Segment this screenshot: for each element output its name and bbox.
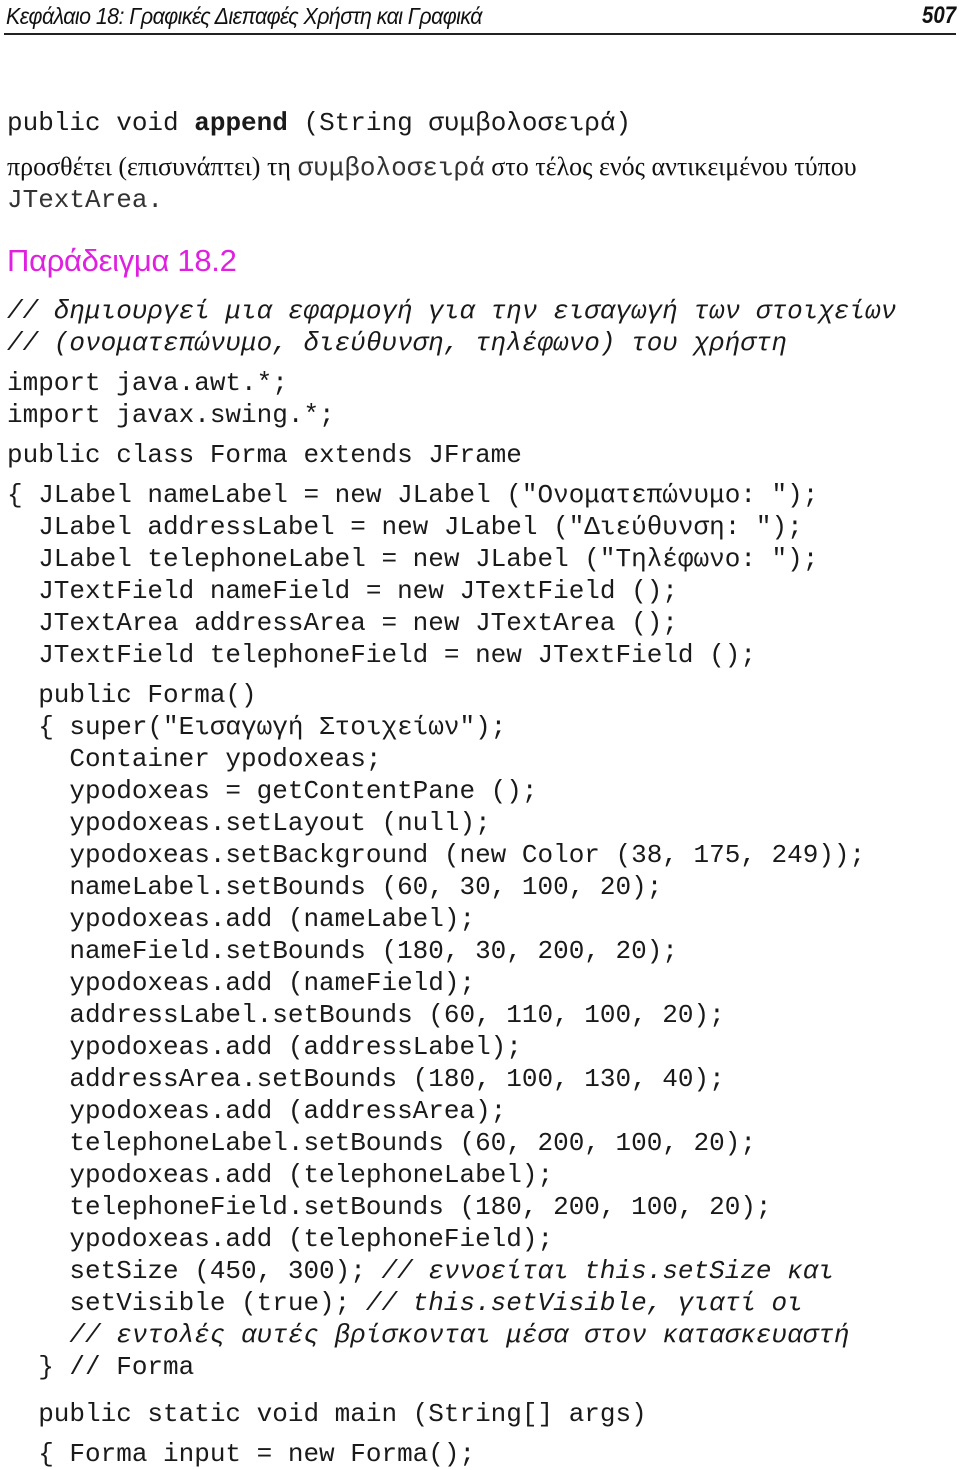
code-text: JLabel addressLabel = new JLabel ("Διεύθ… bbox=[7, 512, 803, 542]
code-text: { Forma input = new Forma(); bbox=[7, 1439, 476, 1469]
signature-suffix: (String συμβολοσειρά) bbox=[287, 108, 632, 138]
code-text: nameLabel.setBounds (60, 30, 100, 20); bbox=[7, 872, 663, 902]
code-line: { JLabel nameLabel = new JLabel ("Ονοματ… bbox=[7, 479, 818, 511]
code-line: JLabel addressLabel = new JLabel ("Διεύθ… bbox=[7, 511, 803, 543]
code-text: ypodoxeas.setLayout (null); bbox=[7, 808, 491, 838]
code-text: { super("Εισαγωγή Στοιχείων"); bbox=[7, 712, 507, 742]
description-text-2: στο τέλος ενός αντικειμένου τύπου bbox=[484, 152, 857, 181]
code-line: JLabel telephoneLabel = new JLabel ("Τηλ… bbox=[7, 543, 818, 575]
code-text: ypodoxeas.add (addressArea); bbox=[7, 1096, 507, 1126]
description-text: προσθέτει (επισυνάπτει) τη bbox=[7, 152, 298, 181]
code-line: ypodoxeas.add (nameLabel); bbox=[7, 903, 475, 935]
code-comment: // this.setVisible, γιατί οι bbox=[365, 1288, 803, 1318]
code-text: public class Forma extends JFrame bbox=[7, 440, 522, 470]
code-line: setVisible (true); // this.setVisible, γ… bbox=[7, 1287, 803, 1319]
code-comment: // εντολές αυτές βρίσκονται μέσα στον κα… bbox=[69, 1320, 850, 1350]
description-inline-code: συμβολοσειρά bbox=[297, 153, 485, 183]
method-name: append bbox=[194, 108, 288, 138]
code-text: } // Forma bbox=[7, 1352, 195, 1382]
signature-prefix: public void bbox=[7, 108, 195, 138]
code-line: import java.awt.*; bbox=[7, 367, 288, 399]
description-line-2: JTextArea. bbox=[7, 185, 164, 215]
code-line: addressLabel.setBounds (60, 110, 100, 20… bbox=[7, 999, 725, 1031]
method-signature: public void append (String συμβολοσειρά) bbox=[7, 107, 631, 139]
code-text: { JLabel nameLabel = new JLabel ("Ονοματ… bbox=[7, 480, 819, 510]
code-line: nameField.setBounds (180, 30, 200, 20); bbox=[7, 935, 678, 967]
code-line: telephoneLabel.setBounds (60, 200, 100, … bbox=[7, 1127, 756, 1159]
code-text: ypodoxeas = getContentPane (); bbox=[7, 776, 538, 806]
code-text: public Forma() bbox=[7, 680, 257, 710]
code-line: ypodoxeas.add (addressLabel); bbox=[7, 1031, 522, 1063]
code-text: JTextArea addressArea = new JTextArea ()… bbox=[7, 608, 678, 638]
code-text: ypodoxeas.add (nameLabel); bbox=[7, 904, 476, 934]
example-heading: Παράδειγμα 18.2 bbox=[7, 243, 237, 278]
code-line: public class Forma extends JFrame bbox=[7, 439, 522, 471]
description-line-1: προσθέτει (επισυνάπτει) τη συμβολοσειρά … bbox=[7, 151, 857, 184]
code-line: setSize (450, 300); // εννοείται this.se… bbox=[7, 1255, 834, 1287]
code-line: // εντολές αυτές βρίσκονται μέσα στον κα… bbox=[7, 1319, 850, 1351]
code-text: ypodoxeas.add (telephoneLabel); bbox=[7, 1160, 554, 1190]
code-text: addressArea.setBounds (180, 100, 130, 40… bbox=[7, 1064, 725, 1094]
code-text: JTextField telephoneField = new JTextFie… bbox=[7, 640, 756, 670]
code-line: nameLabel.setBounds (60, 30, 100, 20); bbox=[7, 871, 662, 903]
code-line: ypodoxeas.add (nameField); bbox=[7, 967, 475, 999]
code-text: public static void main (String[] args) bbox=[7, 1399, 647, 1429]
code-text: JLabel telephoneLabel = new JLabel ("Τηλ… bbox=[7, 544, 819, 574]
code-text: import javax.swing.*; bbox=[7, 400, 335, 430]
code-line: telephoneField.setBounds (180, 200, 100,… bbox=[7, 1191, 772, 1223]
code-line: Container ypodoxeas; bbox=[7, 743, 381, 775]
code-text: nameField.setBounds (180, 30, 200, 20); bbox=[7, 936, 678, 966]
code-line: public static void main (String[] args) bbox=[7, 1398, 647, 1430]
code-line: // (ονοματεπώνυμο, διεύθυνση, τηλέφωνο) … bbox=[7, 327, 787, 359]
code-text: telephoneField.setBounds (180, 200, 100,… bbox=[7, 1192, 772, 1222]
code-text: ypodoxeas.add (telephoneField); bbox=[7, 1224, 554, 1254]
code-line: import javax.swing.*; bbox=[7, 399, 335, 431]
code-line: ypodoxeas = getContentPane (); bbox=[7, 775, 538, 807]
code-text: JTextField nameField = new JTextField ()… bbox=[7, 576, 678, 606]
code-line: JTextField telephoneField = new JTextFie… bbox=[7, 639, 756, 671]
code-line: JTextArea addressArea = new JTextArea ()… bbox=[7, 607, 678, 639]
code-text: ypodoxeas.add (addressLabel); bbox=[7, 1032, 522, 1062]
code-line: } // Forma bbox=[7, 1351, 194, 1383]
code-line: public Forma() bbox=[7, 679, 257, 711]
page-header: Κεφάλαιο 18: Γραφικές Διεπαφές Χρήστη κα… bbox=[4, 0, 956, 35]
page-number: 507 bbox=[921, 2, 956, 29]
code-text: telephoneLabel.setBounds (60, 200, 100, … bbox=[7, 1128, 756, 1158]
chapter-title: Κεφάλαιο 18: Γραφικές Διεπαφές Χρήστη κα… bbox=[6, 3, 482, 29]
code-comment: // εννοείται this.setSize και bbox=[381, 1256, 834, 1286]
code-line: ypodoxeas.setLayout (null); bbox=[7, 807, 491, 839]
code-text: ypodoxeas.add (nameField); bbox=[7, 968, 476, 998]
code-text: ypodoxeas.setBackground (new Color (38, … bbox=[7, 840, 866, 870]
code-line: addressArea.setBounds (180, 100, 130, 40… bbox=[7, 1063, 725, 1095]
code-text: import java.awt.*; bbox=[7, 368, 288, 398]
code-comment: // δημιουργεί μια εφαρμογή για την εισαγ… bbox=[7, 296, 897, 326]
code-line: ypodoxeas.add (telephoneField); bbox=[7, 1223, 553, 1255]
code-comment: // (ονοματεπώνυμο, διεύθυνση, τηλέφωνο) … bbox=[7, 328, 788, 358]
code-line: { super("Εισαγωγή Στοιχείων"); bbox=[7, 711, 506, 743]
code-text: Container ypodoxeas; bbox=[7, 744, 382, 774]
code-line: ypodoxeas.add (telephoneLabel); bbox=[7, 1159, 553, 1191]
code-text: setSize (450, 300); bbox=[7, 1256, 382, 1286]
code-line: // δημιουργεί μια εφαρμογή για την εισαγ… bbox=[7, 295, 896, 327]
code-line: JTextField nameField = new JTextField ()… bbox=[7, 575, 678, 607]
code-line: { Forma input = new Forma(); bbox=[7, 1438, 475, 1470]
code-text: setVisible (true); bbox=[7, 1288, 366, 1318]
code-line: ypodoxeas.add (addressArea); bbox=[7, 1095, 506, 1127]
code-text: addressLabel.setBounds (60, 110, 100, 20… bbox=[7, 1000, 725, 1030]
code-line: ypodoxeas.setBackground (new Color (38, … bbox=[7, 839, 865, 871]
